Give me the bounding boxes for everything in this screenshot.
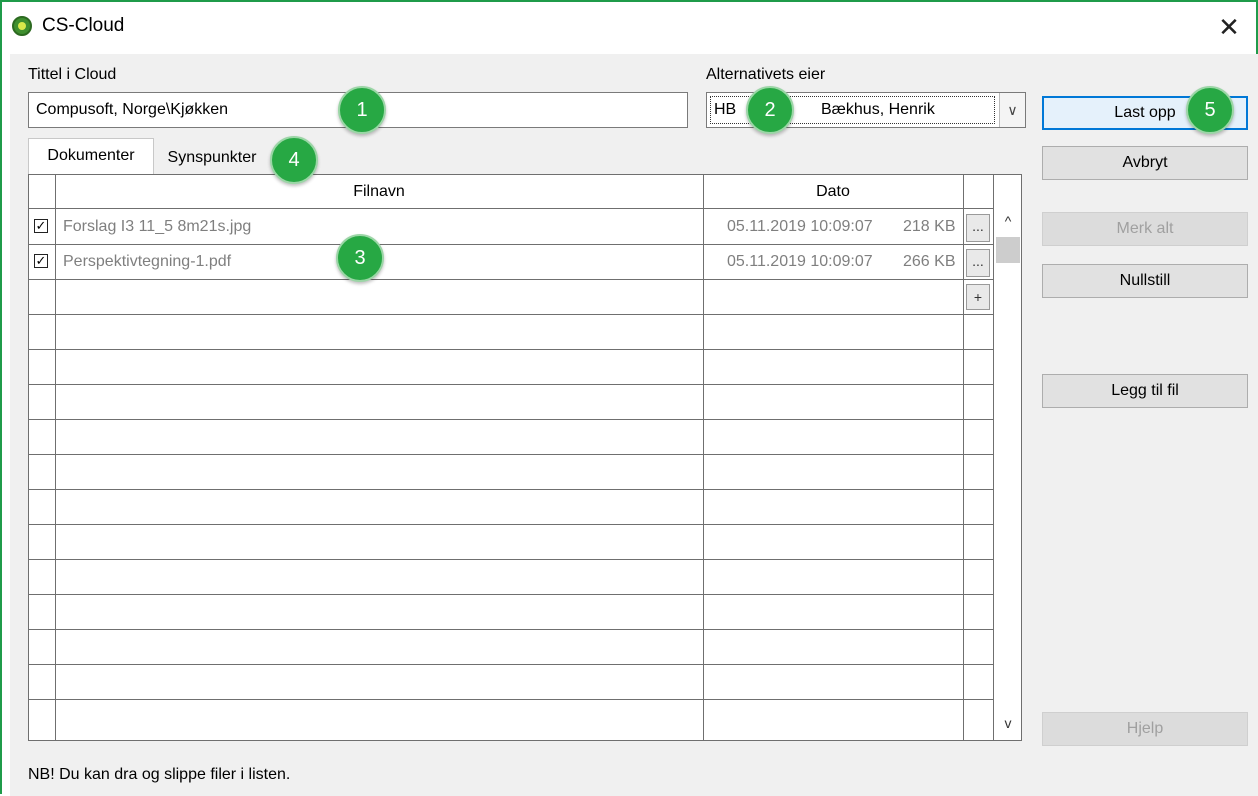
tab-dokumenter[interactable]: Dokumenter <box>28 138 154 174</box>
row-line <box>29 314 993 315</box>
column-header-dato[interactable]: Dato <box>703 175 963 209</box>
close-icon[interactable]: ✕ <box>1212 10 1246 44</box>
column-header-filnavn[interactable]: Filnavn <box>55 175 703 209</box>
title-bar: CS-Cloud ✕ <box>2 2 1256 54</box>
owner-name: Bækhus, Henrik <box>821 101 935 118</box>
drag-drop-note: NB! Du kan dra og slippe filer i listen. <box>28 766 291 783</box>
cs-cloud-dialog: CS-Cloud ✕ Tittel i Cloud Compusoft, Nor… <box>0 0 1258 796</box>
grid-line <box>703 175 704 740</box>
callout-badge-4: 4 <box>270 136 318 184</box>
row-options-button[interactable]: ... <box>966 249 990 277</box>
scroll-up-icon[interactable]: ^ <box>995 213 1021 233</box>
add-row-button[interactable]: + <box>966 284 990 310</box>
row-line <box>29 594 993 595</box>
window-title: CS-Cloud <box>42 15 125 36</box>
dialog-body: Tittel i Cloud Compusoft, Norge\Kjøkken … <box>10 54 1258 796</box>
row-size: 218 KB <box>903 218 956 235</box>
reset-button[interactable]: Nullstill <box>1042 264 1248 298</box>
cs-cloud-logo-icon <box>12 16 32 36</box>
cancel-button[interactable]: Avbryt <box>1042 146 1248 180</box>
grid-line <box>55 175 56 740</box>
title-label: Tittel i Cloud <box>28 66 117 83</box>
callout-badge-3: 3 <box>336 234 384 282</box>
row-line <box>29 524 993 525</box>
scroll-down-icon[interactable]: v <box>995 715 1021 735</box>
action-column-header <box>963 175 993 209</box>
tab-synspunkter[interactable]: Synspunkter <box>156 142 268 174</box>
callout-badge-2: 2 <box>746 86 794 134</box>
row-date: 05.11.2019 10:09:07 <box>727 218 873 235</box>
row-line <box>29 559 993 560</box>
row-size: 266 KB <box>903 253 956 270</box>
row-line <box>29 244 993 245</box>
row-options-button[interactable]: ... <box>966 214 990 242</box>
row-filename: Forslag I3 11_5 8m21s.jpg <box>63 218 252 235</box>
grid-line <box>993 175 994 740</box>
row-line <box>29 419 993 420</box>
row-filename: Perspektivtegning-1.pdf <box>63 253 232 270</box>
owner-label: Alternativets eier <box>706 66 826 83</box>
row-line <box>29 349 993 350</box>
row-line <box>29 454 993 455</box>
row-checkbox[interactable]: ✓ <box>34 254 48 268</box>
row-line <box>29 384 993 385</box>
row-checkbox[interactable]: ✓ <box>34 219 48 233</box>
select-all-button[interactable]: Merk alt <box>1042 212 1248 246</box>
checkbox-column-header <box>29 175 55 209</box>
row-line <box>29 489 993 490</box>
row-date: 05.11.2019 10:09:07 <box>727 253 873 270</box>
add-file-button[interactable]: Legg til fil <box>1042 374 1248 408</box>
chevron-down-icon[interactable]: ∨ <box>999 93 1025 127</box>
callout-badge-5: 5 <box>1186 86 1234 134</box>
help-button[interactable]: Hjelp <box>1042 712 1248 746</box>
row-line <box>29 699 993 700</box>
row-line <box>29 664 993 665</box>
callout-badge-1: 1 <box>338 86 386 134</box>
file-list[interactable]: Filnavn Dato ✓ Forslag I3 11_5 8m21s.jpg… <box>28 174 1022 741</box>
row-line <box>29 629 993 630</box>
row-line <box>29 279 993 280</box>
scrollbar-thumb[interactable] <box>996 237 1020 263</box>
owner-code: HB <box>714 101 737 118</box>
grid-line <box>963 175 964 740</box>
